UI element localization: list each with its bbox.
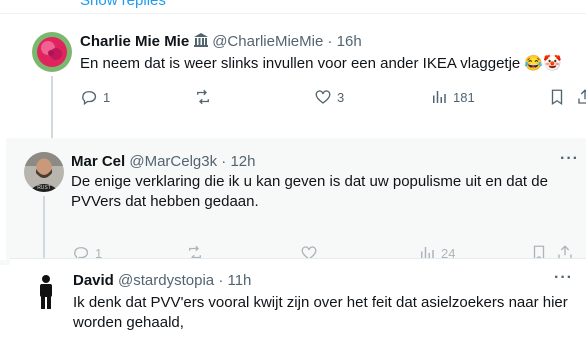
reply-count: 1 [103,89,111,105]
share-icon [578,89,586,104]
more-options-icon[interactable]: ··· [560,150,579,168]
tweet-text: De enige verklaring die ik u kan geven i… [71,173,548,210]
tweet-text: Ik denk dat PVV'ers vooral kwijt zijn ov… [73,294,568,331]
action-bar: 1 3 181 [80,88,586,108]
heart-icon [315,90,331,104]
like-count: 3 [337,89,345,105]
share-button[interactable] [576,88,586,106]
thread-line [43,196,45,260]
reply-button[interactable]: 1 [80,88,110,106]
svg-text:RUST: RUST [37,185,51,191]
like-button[interactable]: 3 [314,88,344,106]
bookmark-icon [551,89,563,106]
reply-tweet-david[interactable]: David @stardystopia · 11h ··· Ik denk da… [10,258,586,349]
timestamp[interactable]: 12h [230,153,255,170]
avatar[interactable] [26,271,66,311]
reply-tweet-marcel[interactable]: RUST Mar Cel @MarCelg3k · 12h ··· De eni… [6,138,586,262]
handle[interactable]: @CharlieMieMie [212,33,323,50]
bank-building-icon [193,32,209,54]
timestamp[interactable]: 16h [337,33,362,50]
avatar[interactable] [32,32,72,72]
bookmark-button[interactable] [548,88,566,106]
view-count: 181 [453,89,475,105]
avatar[interactable]: RUST [24,152,64,192]
more-options-icon[interactable]: ··· [554,269,573,287]
repost-icon [197,89,209,105]
handle[interactable]: @stardystopia [118,272,214,289]
reply-tweet-charlie[interactable]: Charlie Mie Mie @CharlieMieMie · 16h En n… [0,14,586,138]
tweet-text: En neem dat is weer slinks invullen voor… [80,55,562,72]
separator: · [327,33,333,50]
timestamp[interactable]: 11h [227,272,251,289]
display-name[interactable]: Charlie Mie Mie [80,33,189,50]
display-name[interactable]: Mar Cel [71,153,125,170]
thread-line [51,76,53,138]
display-name[interactable]: David [73,272,114,289]
separator: · [218,272,224,289]
handle[interactable]: @MarCelg3k [129,153,217,170]
bar-chart-icon [433,91,446,103]
reply-icon [82,91,97,106]
show-replies-link[interactable]: Show replies [80,0,166,9]
views-button[interactable]: 181 [430,88,475,106]
repost-button[interactable] [194,88,217,106]
person-icon [26,271,66,311]
separator: · [221,153,227,170]
